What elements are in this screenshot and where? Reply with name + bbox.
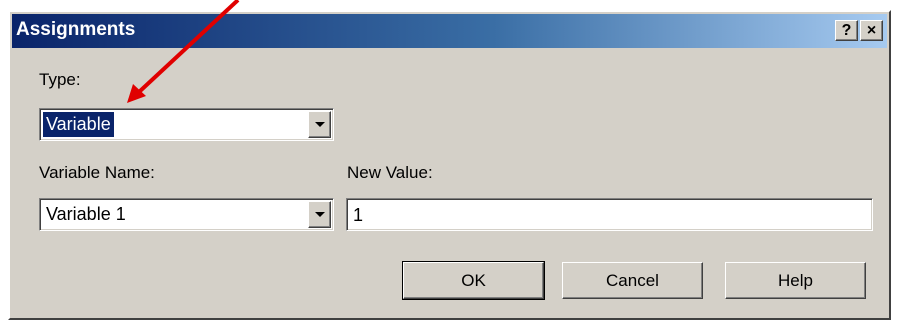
type-combobox[interactable]: Variable [39, 108, 334, 141]
window-title: Assignments [16, 19, 136, 40]
type-label: Type: [39, 70, 81, 89]
assignments-dialog: Assignments ? × Type: Variable Variable … [8, 10, 891, 320]
variable-name-combobox[interactable]: Variable 1 [39, 198, 334, 231]
chevron-down-icon [314, 122, 325, 127]
variable-name-dropdown-button[interactable] [308, 201, 331, 228]
ok-button[interactable]: OK [402, 261, 545, 300]
help-button[interactable]: Help [725, 262, 866, 299]
chevron-down-icon [314, 212, 325, 217]
new-value-input[interactable]: 1 [346, 198, 873, 231]
help-title-button[interactable]: ? [835, 20, 858, 41]
close-button[interactable]: × [860, 20, 883, 41]
cancel-button[interactable]: Cancel [562, 262, 703, 299]
variable-name-value: Variable 1 [46, 204, 126, 224]
new-value-label: New Value: [347, 163, 433, 182]
new-value-text: 1 [353, 205, 364, 225]
type-selected-value: Variable [43, 112, 114, 137]
type-dropdown-button[interactable] [308, 111, 331, 138]
title-bar: Assignments ? × [12, 14, 887, 48]
variable-name-label: Variable Name: [39, 163, 155, 182]
